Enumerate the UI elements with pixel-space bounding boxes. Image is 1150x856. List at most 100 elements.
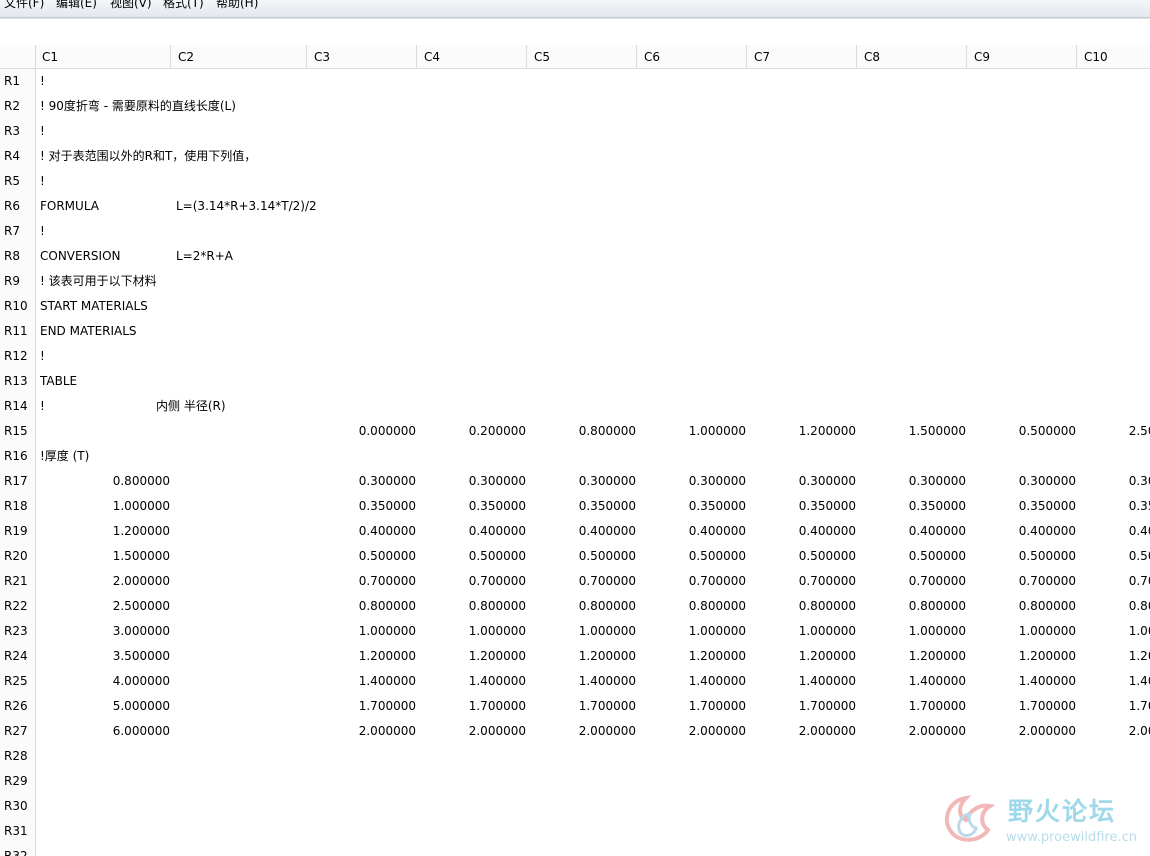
row-header[interactable]: R28 — [0, 744, 35, 769]
grid-cell[interactable]: 1.000000 — [747, 619, 856, 644]
row-header[interactable]: R24 — [0, 644, 35, 669]
column-header[interactable]: C3 — [307, 45, 417, 68]
grid-cell[interactable]: 0.300000 — [527, 469, 636, 494]
grid-cell[interactable]: 2.000000 — [967, 719, 1076, 744]
grid-cell[interactable]: FORMULA — [40, 194, 99, 219]
grid-cell[interactable]: 0.800000 — [35, 469, 170, 494]
row-header[interactable]: R27 — [0, 719, 35, 744]
grid-cell[interactable]: 0.700000 — [1077, 569, 1150, 594]
grid-cell[interactable]: 0.700000 — [967, 569, 1076, 594]
row-header[interactable]: R4 — [0, 144, 35, 169]
grid-cell[interactable]: 2.000000 — [857, 719, 966, 744]
grid-cell[interactable]: 0.700000 — [857, 569, 966, 594]
column-header[interactable]: C2 — [171, 45, 307, 68]
grid-cell[interactable]: 1.200000 — [747, 419, 856, 444]
column-header[interactable]: C7 — [747, 45, 857, 68]
grid-cell[interactable]: 0.500000 — [967, 419, 1076, 444]
grid-cell[interactable]: 2.000000 — [35, 569, 170, 594]
grid-cell[interactable]: 1.200000 — [35, 519, 170, 544]
row-header[interactable]: R7 — [0, 219, 35, 244]
grid-cell[interactable]: 0.800000 — [527, 419, 636, 444]
grid-cell[interactable]: 0.350000 — [637, 494, 746, 519]
grid-cell[interactable]: 0.300000 — [637, 469, 746, 494]
grid-cell[interactable]: 2.000000 — [527, 719, 636, 744]
row-header[interactable]: R20 — [0, 544, 35, 569]
grid-cell[interactable]: 0.300000 — [307, 469, 416, 494]
grid-cell[interactable]: 1.700000 — [1077, 694, 1150, 719]
grid-cell[interactable]: 1.200000 — [527, 644, 636, 669]
grid-cell[interactable]: 1.200000 — [637, 644, 746, 669]
row-header[interactable]: R22 — [0, 594, 35, 619]
grid-cell[interactable]: 1.700000 — [527, 694, 636, 719]
grid-cell[interactable]: ! — [40, 344, 45, 369]
grid-cell[interactable]: ! — [40, 69, 45, 94]
grid-cell[interactable]: 1.400000 — [307, 669, 416, 694]
grid-cell[interactable]: 2.000000 — [307, 719, 416, 744]
row-header[interactable]: R26 — [0, 694, 35, 719]
grid-cell[interactable]: 0.400000 — [747, 519, 856, 544]
menu-item[interactable]: 帮助(H) — [216, 0, 258, 10]
grid-cell[interactable]: CONVERSION — [40, 244, 121, 269]
grid-cell[interactable]: ! — [40, 219, 45, 244]
row-header[interactable]: R8 — [0, 244, 35, 269]
grid-cell[interactable]: 1.400000 — [637, 669, 746, 694]
grid-cell[interactable]: 0.350000 — [417, 494, 526, 519]
grid-cell[interactable]: ! — [40, 119, 45, 144]
grid-cell[interactable]: 0.200000 — [417, 419, 526, 444]
grid-cell[interactable]: 0.700000 — [417, 569, 526, 594]
grid-cell[interactable]: 1.200000 — [307, 644, 416, 669]
grid-cell[interactable]: 1.200000 — [1077, 644, 1150, 669]
grid-cell[interactable]: 0.500000 — [637, 544, 746, 569]
grid-cell[interactable]: 1.200000 — [417, 644, 526, 669]
row-header[interactable]: R6 — [0, 194, 35, 219]
grid-cell[interactable]: ! — [40, 394, 45, 419]
row-header[interactable]: R17 — [0, 469, 35, 494]
grid-cell[interactable]: 0.800000 — [527, 594, 636, 619]
grid-cell[interactable]: 1.000000 — [637, 419, 746, 444]
grid-cell[interactable]: 0.400000 — [307, 519, 416, 544]
row-header[interactable]: R3 — [0, 119, 35, 144]
grid-cell[interactable]: 0.400000 — [1077, 519, 1150, 544]
grid-cell[interactable]: 0.800000 — [1077, 594, 1150, 619]
grid-cell[interactable]: 3.500000 — [35, 644, 170, 669]
row-header[interactable]: R5 — [0, 169, 35, 194]
grid-cell[interactable]: 0.800000 — [307, 594, 416, 619]
grid-cell[interactable]: 1.000000 — [307, 619, 416, 644]
grid-cell[interactable]: 1.500000 — [857, 419, 966, 444]
row-header[interactable]: R18 — [0, 494, 35, 519]
row-header[interactable]: R29 — [0, 769, 35, 794]
grid-cell[interactable]: 6.000000 — [35, 719, 170, 744]
grid-cell[interactable]: 0.350000 — [967, 494, 1076, 519]
grid-cell[interactable]: 2.500000 — [35, 594, 170, 619]
grid-cell[interactable]: 1.200000 — [747, 644, 856, 669]
grid-cell[interactable]: 0.500000 — [1077, 544, 1150, 569]
grid-cell[interactable]: 1.000000 — [1077, 619, 1150, 644]
column-header[interactable]: C4 — [417, 45, 527, 68]
grid-cell[interactable]: 0.800000 — [417, 594, 526, 619]
grid-cell[interactable]: 0.500000 — [307, 544, 416, 569]
grid-cell[interactable]: 1.700000 — [747, 694, 856, 719]
row-header[interactable]: R15 — [0, 419, 35, 444]
grid-cell[interactable]: 0.350000 — [857, 494, 966, 519]
grid-cell[interactable]: 0.800000 — [637, 594, 746, 619]
grid-cell[interactable]: 0.400000 — [637, 519, 746, 544]
row-header[interactable]: R31 — [0, 819, 35, 844]
grid-cell[interactable]: 1.400000 — [417, 669, 526, 694]
grid-cell[interactable]: 2.000000 — [1077, 719, 1150, 744]
column-header[interactable]: C6 — [637, 45, 747, 68]
grid-cell[interactable]: 0.700000 — [307, 569, 416, 594]
grid-cell[interactable]: END MATERIALS — [40, 319, 137, 344]
menu-item[interactable]: 编辑(E) — [56, 0, 97, 10]
row-header[interactable]: R21 — [0, 569, 35, 594]
grid-cell[interactable]: 0.500000 — [857, 544, 966, 569]
column-header[interactable]: C1 — [35, 45, 171, 68]
row-header[interactable]: R30 — [0, 794, 35, 819]
column-header[interactable]: C10 — [1077, 45, 1150, 68]
grid-cell[interactable]: 0.800000 — [747, 594, 856, 619]
grid-cell[interactable]: 0.300000 — [1077, 469, 1150, 494]
grid-cell[interactable]: ! 对于表范围以外的R和T，使用下列值， — [40, 144, 256, 169]
grid-cell[interactable]: 1.500000 — [35, 544, 170, 569]
grid-cell[interactable]: 1.200000 — [857, 644, 966, 669]
row-header[interactable]: R1 — [0, 69, 35, 94]
grid-cell[interactable]: 0.800000 — [857, 594, 966, 619]
